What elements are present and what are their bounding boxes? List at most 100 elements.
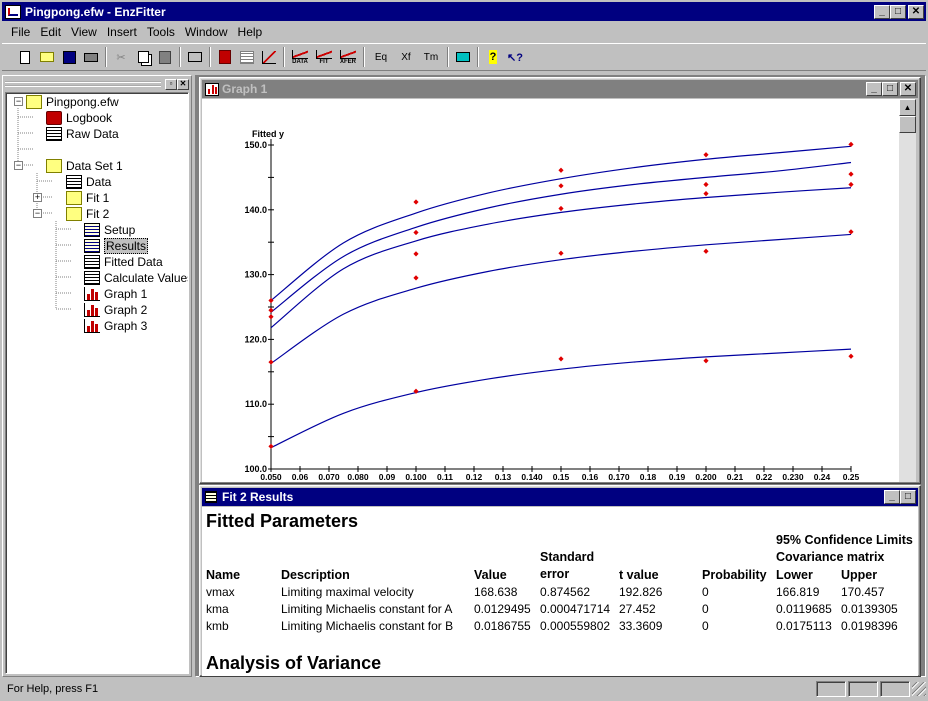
tree-label: Data [86, 175, 112, 189]
graph-canvas: Fitted y 100.0 110.0 120.0 130.0 140.0 150.0 0.… [202, 99, 899, 482]
tree-item-graph2[interactable]: Graph 2 [84, 302, 147, 318]
toolbar-separator [105, 47, 107, 67]
print-icon[interactable] [80, 46, 102, 68]
x-tick-label: 0.25 [843, 472, 860, 482]
collapse-root-icon[interactable]: − [14, 97, 23, 106]
data-point [558, 356, 564, 362]
data-point [268, 314, 274, 320]
col-header-probability: Probability [702, 568, 767, 582]
data-fit-caption: DATA [292, 58, 308, 65]
menu-window[interactable]: Window [180, 25, 233, 39]
graph-window: Graph 1 _ □ ✕ Fitted y 100.0 110.0 120.0 130… [199, 77, 921, 484]
maximize-icon[interactable]: □ [900, 490, 916, 504]
results-content: Fitted Parameters 95% Confidence Limits … [202, 507, 918, 676]
toolbar-separator [209, 47, 211, 67]
x-tick-label: 0.18 [640, 472, 657, 482]
menu-tools[interactable]: Tools [142, 25, 180, 39]
tm-button[interactable]: Tm [418, 46, 444, 68]
x-tick-label: 0.06 [292, 472, 309, 482]
results-titlebar: Fit 2 Results _ □ [202, 488, 918, 506]
results-window: Fit 2 Results _ □ Fitted Parameters 95% … [199, 485, 921, 677]
scroll-thumb[interactable] [899, 116, 916, 133]
collapse-fit2-icon[interactable]: − [33, 209, 42, 218]
document-icon [84, 223, 100, 237]
graph-vscrollbar[interactable]: ▲ [899, 99, 916, 482]
window-icon[interactable] [452, 46, 474, 68]
collapse-dataset-icon[interactable]: − [14, 161, 23, 170]
covariance-header: Covariance matrix [776, 550, 885, 564]
help-icon[interactable]: ? [482, 46, 504, 68]
open-folder-icon[interactable] [36, 46, 58, 68]
panel-restore-icon[interactable]: ▫ [165, 78, 177, 90]
close-icon[interactable]: ✕ [900, 82, 916, 96]
menu-help[interactable]: Help [233, 25, 268, 39]
tree-item-root[interactable]: Pingpong.efw [26, 94, 119, 110]
minimize-icon[interactable]: _ [884, 490, 900, 504]
x-tick-label: 0.22 [756, 472, 773, 482]
chart-svg: Fitted y100.0110.0120.0130.0140.0150.00.… [244, 129, 860, 482]
fit-icon[interactable]: FIT [312, 46, 336, 68]
row-stderr: 0.874562 [540, 585, 591, 599]
maximize-icon[interactable]: □ [882, 82, 898, 96]
cut-icon[interactable]: ✂ [110, 46, 132, 68]
new-file-icon[interactable] [14, 46, 36, 68]
tree-item-graph1[interactable]: Graph 1 [84, 286, 147, 302]
row-desc: Limiting Michaelis constant for A [281, 602, 453, 616]
xfer-icon[interactable]: XFER [336, 46, 360, 68]
row-upper: 0.0139305 [841, 602, 898, 616]
menu-view[interactable]: View [66, 25, 102, 39]
logbook-icon[interactable] [214, 46, 236, 68]
tree-item-raw-data[interactable]: Raw Data [46, 126, 119, 142]
save-icon[interactable] [58, 46, 80, 68]
expand-fit1-icon[interactable]: + [33, 193, 42, 202]
tree-item-graph3[interactable]: Graph 3 [84, 318, 147, 334]
col-header-t-value: t value [619, 568, 659, 582]
resize-grip-icon[interactable] [912, 682, 926, 696]
tree-item-calculate-values[interactable]: Calculate Values [84, 270, 188, 286]
status-pane [880, 681, 910, 697]
col-header-name: Name [206, 568, 241, 582]
data-point [413, 275, 419, 281]
minimize-icon[interactable]: _ [866, 82, 882, 96]
x-tick-label: 0.080 [347, 472, 369, 482]
close-icon[interactable]: ✕ [908, 4, 924, 19]
paste-icon[interactable] [154, 46, 176, 68]
menu-file[interactable]: File [6, 25, 35, 39]
tree-item-results[interactable]: Results [84, 238, 149, 254]
maximize-icon[interactable]: □ [890, 4, 906, 19]
panel-close-icon[interactable]: ✕ [177, 78, 189, 90]
open-folder-icon [26, 95, 42, 109]
menu-insert[interactable]: Insert [102, 25, 142, 39]
status-pane [816, 681, 846, 697]
xf-button[interactable]: Xf [394, 46, 418, 68]
scroll-up-icon[interactable]: ▲ [899, 99, 916, 116]
data-fit-icon[interactable]: DATA [288, 46, 312, 68]
data-point [703, 191, 709, 197]
data-point [703, 152, 709, 158]
x-tick-label: 0.16 [582, 472, 599, 482]
tree-item-fitted-data[interactable]: Fitted Data [84, 254, 163, 270]
minimize-icon[interactable]: _ [874, 4, 890, 19]
page-setup-icon[interactable] [184, 46, 206, 68]
menu-edit[interactable]: Edit [35, 25, 66, 39]
copy-icon[interactable] [132, 46, 154, 68]
equation-button[interactable]: Eq [368, 46, 394, 68]
x-tick-label: 0.11 [437, 472, 453, 482]
data-grid-icon[interactable] [236, 46, 258, 68]
x-tick-label: 0.200 [695, 472, 717, 482]
tree-item-logbook[interactable]: Logbook [46, 110, 112, 126]
x-tick-label: 0.140 [521, 472, 543, 482]
context-help-icon[interactable]: ↖? [504, 46, 526, 68]
graph-icon[interactable] [258, 46, 280, 68]
toolbar-separator [283, 47, 285, 67]
status-bar: For Help, press F1 [2, 679, 926, 699]
tree-item-data-set[interactable]: Data Set 1 [46, 158, 123, 174]
data-point [268, 443, 274, 449]
tree-item-fit1[interactable]: Fit 1 [66, 190, 109, 206]
tree-item-data[interactable]: Data [66, 174, 111, 190]
open-folder-icon [46, 159, 62, 173]
tree-item-setup[interactable]: Setup [84, 222, 135, 238]
data-point [848, 171, 854, 177]
document-icon [84, 239, 100, 253]
tree-item-fit2[interactable]: Fit 2 [66, 206, 109, 222]
